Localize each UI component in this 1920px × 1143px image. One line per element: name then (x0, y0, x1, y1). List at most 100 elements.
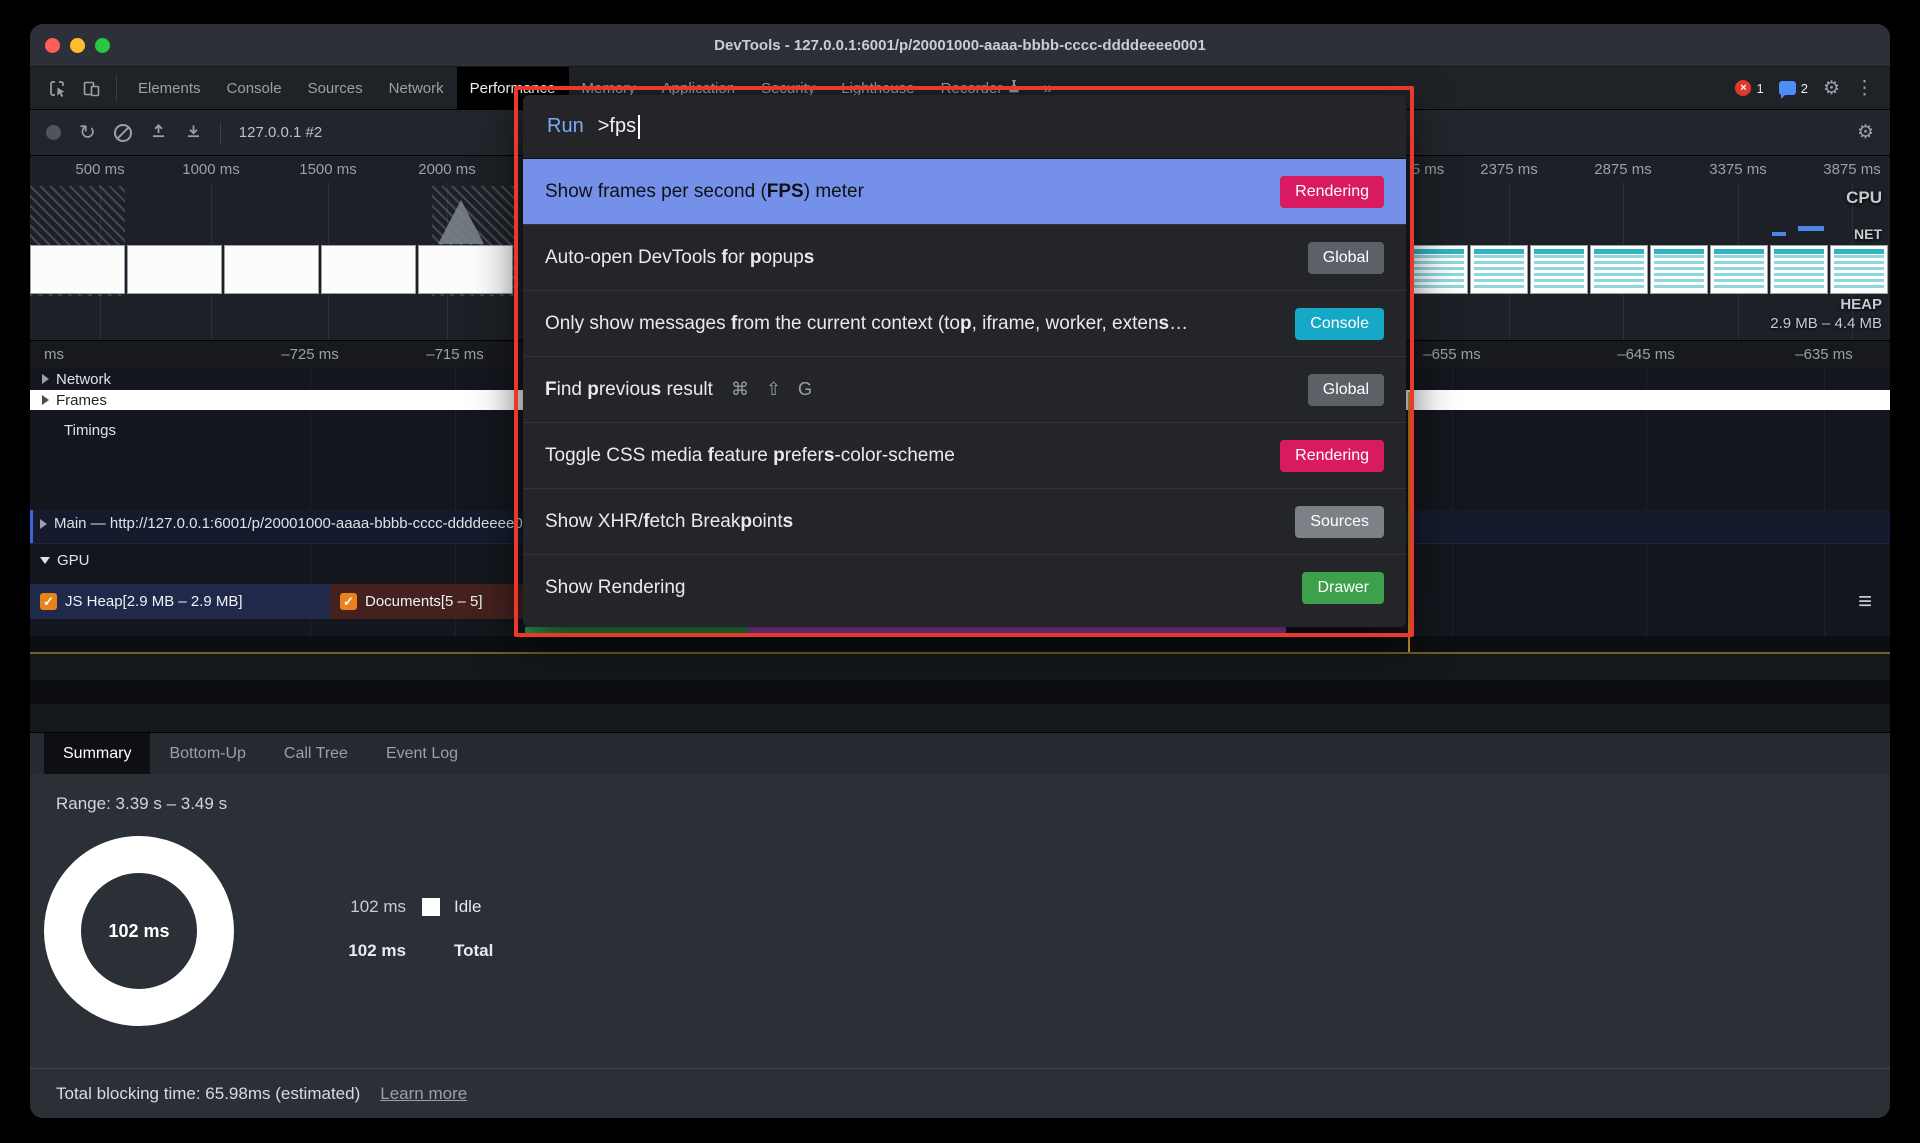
tab-label: Network (389, 80, 444, 97)
cpu-track-label: CPU (1846, 188, 1882, 208)
command-input-row[interactable]: Run >fps (523, 95, 1406, 159)
tab-elements[interactable]: Elements (125, 67, 214, 109)
disclosure-triangle-icon[interactable] (42, 374, 49, 384)
ruler-label: 1500 ms (299, 161, 357, 178)
legend-row: 102 msIdle (326, 894, 481, 920)
legend-value: 102 ms (326, 897, 406, 917)
thumb-content (1834, 249, 1884, 290)
hamburger-menu-icon[interactable]: ≡ (1858, 586, 1872, 617)
ruler-label: –725 ms (281, 346, 339, 363)
minimize-window-button[interactable] (70, 38, 85, 53)
learn-more-link[interactable]: Learn more (380, 1084, 467, 1104)
ruler-label: 3375 ms (1709, 161, 1767, 178)
tab-event-log[interactable]: Event Log (367, 733, 477, 774)
tab-label: Application (662, 80, 735, 97)
command-item-label: Auto-open DevTools for popups (545, 247, 814, 269)
command-item-label: Only show messages from the current cont… (545, 313, 1188, 335)
filmstrip-screenshot[interactable] (1830, 245, 1888, 294)
tab-label: Console (227, 80, 282, 97)
filmstrip-screenshot[interactable] (1530, 245, 1588, 294)
filmstrip-screenshot[interactable] (1590, 245, 1648, 294)
load-profile-icon[interactable] (150, 122, 167, 144)
device-toolbar-icon[interactable] (74, 73, 108, 103)
filmstrip-screenshot[interactable] (1470, 245, 1528, 294)
command-menu-item[interactable]: Only show messages from the current cont… (523, 290, 1406, 356)
kebab-menu-icon[interactable]: ⋮ (1855, 79, 1874, 98)
thumb-content (1654, 249, 1704, 290)
command-menu-item[interactable]: Auto-open DevTools for popupsGlobal (523, 224, 1406, 290)
close-window-button[interactable] (45, 38, 60, 53)
profile-select[interactable]: 127.0.0.1 #2 (239, 124, 322, 141)
error-icon: × (1735, 80, 1751, 96)
record-button[interactable] (46, 125, 61, 140)
clear-recording-icon[interactable] (114, 124, 132, 142)
listeners-counter-strip (748, 627, 1286, 633)
track-label: Timings (64, 422, 116, 439)
settings-gear-icon[interactable]: ⚙ (1823, 79, 1840, 98)
command-item-badge: Rendering (1280, 176, 1384, 208)
traffic-lights (45, 38, 110, 53)
counter-toggle[interactable]: ✓ JS Heap[2.9 MB – 2.9 MB] (30, 584, 330, 619)
shortcut-hint: ⌘ ⇧ G (731, 379, 818, 400)
tab-label: Security (761, 80, 815, 97)
network-activity-bar (1798, 226, 1824, 231)
capture-settings-gear-icon[interactable]: ⚙ (1857, 123, 1874, 142)
filmstrip-screenshot[interactable] (1770, 245, 1828, 294)
reload-and-record-icon[interactable]: ↻ (79, 123, 96, 143)
save-profile-icon[interactable] (185, 122, 202, 144)
filmstrip-screenshot[interactable] (1650, 245, 1708, 294)
command-item-label: Toggle CSS media feature prefers-color-s… (545, 445, 955, 467)
issues-icon (1779, 81, 1796, 95)
error-count-badge[interactable]: × 1 (1735, 80, 1763, 96)
counter-toggle[interactable]: ✓ Documents[5 – 5] (330, 584, 523, 619)
tab-sources[interactable]: Sources (295, 67, 376, 109)
tab-call-tree[interactable]: Call Tree (265, 733, 367, 774)
tab-label: Elements (138, 80, 201, 97)
summary-donut-chart: 102 ms (44, 836, 234, 1026)
nodes-counter-strip (525, 627, 748, 633)
filmstrip-screenshot[interactable] (1710, 245, 1768, 294)
command-menu-item[interactable]: Show RenderingDrawer (523, 554, 1406, 620)
filmstrip-screenshot[interactable] (418, 245, 513, 294)
ruler-label: 2000 ms (418, 161, 476, 178)
disclosure-triangle-icon[interactable] (40, 557, 50, 564)
disclosure-triangle-icon[interactable] (40, 519, 47, 529)
inspect-element-icon[interactable] (40, 73, 74, 103)
net-track-label: NET (1854, 226, 1882, 242)
range-label: Range: 3.39 s – 3.49 s (56, 794, 227, 814)
filmstrip-screenshot[interactable] (224, 245, 319, 294)
tab-console[interactable]: Console (214, 67, 295, 109)
tab-summary[interactable]: Summary (44, 733, 150, 774)
command-menu-item[interactable]: Show XHR/fetch BreakpointsSources (523, 488, 1406, 554)
ruler-label: –635 ms (1795, 346, 1853, 363)
counter-label: Documents[5 – 5] (365, 593, 483, 610)
filmstrip-screenshot[interactable] (127, 245, 222, 294)
filmstrip-screenshot[interactable] (30, 245, 125, 294)
summary-panel: Range: 3.39 s – 3.49 s 102 ms 102 msIdle… (30, 774, 1890, 1068)
command-menu-item[interactable]: Find previous result⌘ ⇧ GGlobal (523, 356, 1406, 422)
tab-label: Performance (470, 80, 556, 97)
command-item-label: Show frames per second (FPS) meter (545, 181, 864, 203)
zoom-window-button[interactable] (95, 38, 110, 53)
command-menu-item[interactable]: Show frames per second (FPS) meter Render… (523, 159, 1406, 224)
counter-label: JS Heap[2.9 MB – 2.9 MB] (65, 593, 243, 610)
disclosure-triangle-icon[interactable] (42, 395, 49, 405)
tab-bottom-up[interactable]: Bottom-Up (150, 733, 264, 774)
tab-network[interactable]: Network (376, 67, 457, 109)
window-title: DevTools - 127.0.0.1:6001/p/20001000-aaa… (30, 37, 1890, 54)
track-label: Network (56, 371, 111, 388)
filmstrip-screenshot[interactable] (1410, 245, 1468, 294)
checkbox-checked-icon[interactable]: ✓ (340, 593, 357, 610)
tab-label: Memory (582, 80, 636, 97)
network-activity-bar (1772, 232, 1786, 236)
checkbox-checked-icon[interactable]: ✓ (40, 593, 57, 610)
filmstrip-screenshot[interactable] (321, 245, 416, 294)
heap-track-label: HEAP (1840, 296, 1882, 313)
legend-row: 102 msTotal (326, 938, 493, 964)
tab-label: Sources (308, 80, 363, 97)
issues-count-badge[interactable]: 2 (1779, 81, 1808, 96)
ruler-label: 2375 ms (1480, 161, 1538, 178)
command-menu-items: Show frames per second (FPS) meter Render… (523, 159, 1406, 620)
devtools-window: DevTools - 127.0.0.1:6001/p/20001000-aaa… (30, 24, 1890, 1118)
command-menu-item[interactable]: Toggle CSS media feature prefers-color-s… (523, 422, 1406, 488)
